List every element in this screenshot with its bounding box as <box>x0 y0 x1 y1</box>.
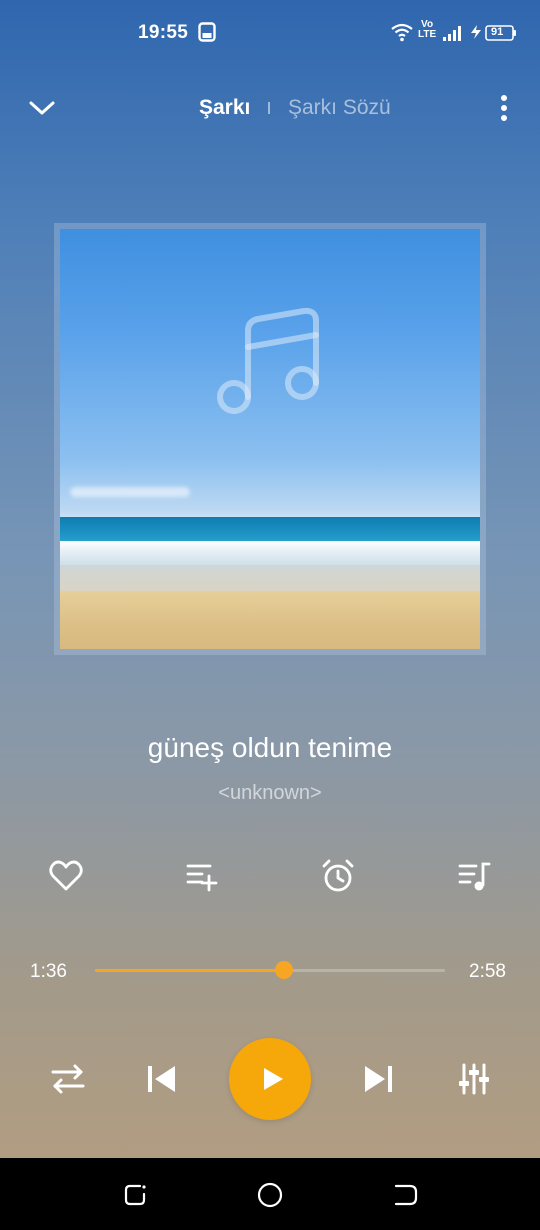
add-to-playlist-icon[interactable] <box>184 858 220 894</box>
recent-apps-icon[interactable] <box>122 1180 152 1210</box>
seek-bar-fill <box>95 969 284 972</box>
music-note-icon <box>216 307 324 419</box>
next-icon[interactable] <box>358 1059 398 1099</box>
tab-song[interactable]: Şarkı <box>199 96 250 120</box>
alarm-icon[interactable] <box>320 858 356 894</box>
seek-bar-thumb[interactable] <box>275 961 293 979</box>
volte-icon: Vo LTE <box>418 19 437 40</box>
total-time: 2:58 <box>469 961 506 982</box>
music-player-screen: 19:55 Vo LTE 91 Şarkı Şarkı Sözü güneş o… <box>0 0 540 1230</box>
wifi-icon <box>390 22 414 47</box>
previous-icon[interactable] <box>142 1059 182 1099</box>
play-button[interactable] <box>229 1038 311 1120</box>
more-vert-icon[interactable] <box>490 92 518 124</box>
seek-bar[interactable] <box>95 961 445 979</box>
queue-icon[interactable] <box>456 858 492 894</box>
status-time: 19:55 <box>138 22 189 43</box>
heart-icon[interactable] <box>48 858 84 894</box>
tab-lyrics[interactable]: Şarkı Sözü <box>288 96 391 120</box>
song-artist: <unknown> <box>218 782 322 804</box>
charging-icon <box>468 24 484 45</box>
home-icon[interactable] <box>255 1180 285 1210</box>
tab-divider <box>268 102 270 114</box>
signal-icon <box>442 24 464 47</box>
album-art <box>60 229 480 649</box>
play-icon <box>264 1068 283 1090</box>
notification-icon <box>198 22 216 47</box>
status-bar: 19:55 Vo LTE 91 <box>0 0 540 64</box>
battery-level: 91 <box>491 26 504 38</box>
equalizer-icon[interactable] <box>454 1059 494 1099</box>
chevron-down-icon[interactable] <box>26 92 58 124</box>
current-time: 1:36 <box>30 961 67 982</box>
battery-icon: 91 <box>485 25 517 46</box>
song-title: güneş oldun tenime <box>147 732 393 763</box>
repeat-icon[interactable] <box>48 1059 88 1099</box>
back-icon[interactable] <box>390 1180 420 1210</box>
system-nav-bar <box>0 1158 540 1230</box>
